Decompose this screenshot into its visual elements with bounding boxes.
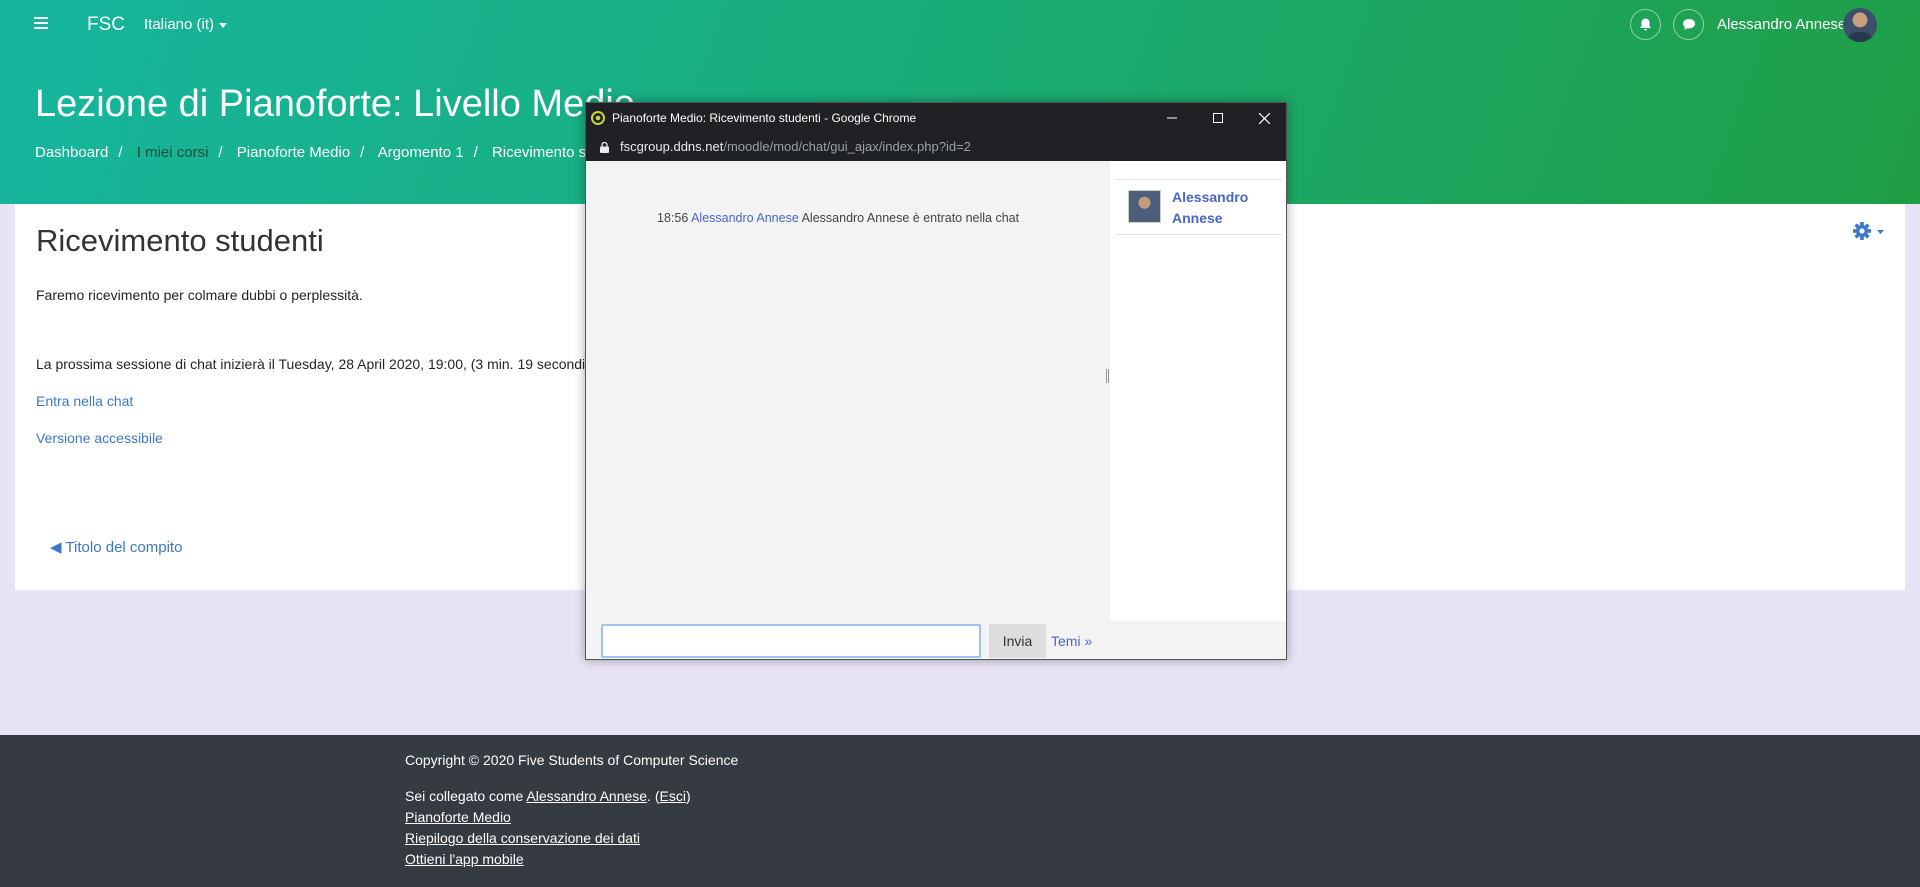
language-menu[interactable]: Italiano (it) — [144, 16, 228, 33]
user-list-name[interactable]: Alessandro Annese — [1172, 187, 1272, 229]
footer-mobile-app-link[interactable]: Ottieni l'app mobile — [405, 851, 524, 867]
activity-description: Faremo ricevimento per colmare dubbi o p… — [36, 287, 363, 303]
activity-heading: Ricevimento studenti — [36, 223, 324, 258]
chat-popup-window: Pianoforte Medio: Ricevimento studenti -… — [585, 102, 1287, 660]
user-list-item[interactable]: Alessandro Annese — [1116, 179, 1282, 235]
avatar[interactable] — [1843, 8, 1877, 42]
user-last-name: Annese — [1172, 210, 1223, 226]
logout-open: . ( — [647, 788, 660, 804]
chat-message: 18:56 Alessandro Annese Alessandro Annes… — [657, 211, 1019, 225]
enter-chat-link[interactable]: Entra nella chat — [36, 393, 133, 409]
footer-data-retention-link[interactable]: Riepilogo della conservazione dei dati — [405, 830, 640, 846]
breadcrumb-dashboard[interactable]: Dashboard — [35, 144, 108, 161]
window-titlebar[interactable]: Pianoforte Medio: Ricevimento studenti -… — [586, 103, 1286, 133]
footer-copyright: Copyright © 2020 Five Students of Comput… — [405, 752, 739, 768]
message-user-link[interactable]: Alessandro Annese — [691, 211, 799, 225]
avatar[interactable] — [1128, 190, 1161, 223]
chrome-icon — [591, 111, 605, 128]
message-text: Alessandro Annese è entrato nella chat — [801, 211, 1020, 225]
lock-icon — [600, 141, 609, 156]
previous-activity-link[interactable]: ◀ Titolo del compito — [50, 538, 182, 556]
next-session-info: La prossima sessione di chat inizierà il… — [36, 356, 634, 372]
user-menu-name[interactable]: Alessandro Annese — [1717, 16, 1846, 33]
language-label: Italiano (it) — [144, 16, 215, 33]
login-prefix: Sei collegato come — [405, 788, 527, 804]
bell-icon[interactable] — [1630, 9, 1661, 40]
minimize-icon[interactable] — [1149, 103, 1195, 133]
chat-input-area: Invia Temi » — [586, 621, 1286, 659]
user-first-name: Alessandro — [1172, 189, 1249, 205]
chat-messages-pane: 18:56 Alessandro Annese Alessandro Annes… — [586, 161, 1106, 621]
url-path: /moodle/mod/chat/gui_ajax/index.php?id=2 — [723, 139, 971, 154]
accessible-version-link[interactable]: Versione accessibile — [36, 430, 163, 446]
footer-user-link[interactable]: Alessandro Annese — [526, 788, 647, 804]
close-icon[interactable] — [1241, 103, 1287, 133]
chat-users-pane: Alessandro Annese — [1110, 161, 1286, 621]
breadcrumb-topic[interactable]: Argomento 1 — [378, 144, 464, 161]
page-title: Lezione di Pianoforte: Livello Medio — [35, 83, 635, 125]
url-host: fscgroup.ddns.net — [620, 139, 724, 154]
breadcrumb-my-courses[interactable]: I miei corsi — [137, 144, 209, 161]
message-time: 18:56 — [657, 211, 689, 225]
splitter-handle[interactable] — [1106, 369, 1109, 383]
chevron-down-icon — [219, 22, 228, 28]
url-text: fscgroup.ddns.net/moodle/mod/chat/gui_aj… — [620, 139, 971, 154]
footer-course-link[interactable]: Pianoforte Medio — [405, 809, 511, 825]
breadcrumb-course[interactable]: Pianoforte Medio — [237, 144, 350, 161]
send-button[interactable]: Invia — [989, 624, 1046, 658]
window-title: Pianoforte Medio: Ricevimento studenti -… — [612, 111, 917, 125]
address-bar[interactable]: fscgroup.ddns.net/moodle/mod/chat/gui_aj… — [586, 133, 1286, 161]
site-brand[interactable]: FSC — [87, 14, 125, 36]
page-footer: Copyright © 2020 Five Students of Comput… — [0, 735, 1920, 887]
maximize-icon[interactable] — [1195, 103, 1241, 133]
chat-bubble-icon[interactable] — [1673, 9, 1704, 40]
menu-icon[interactable] — [34, 17, 48, 29]
gear-icon[interactable] — [1852, 221, 1886, 245]
logout-link[interactable]: Esci — [660, 788, 686, 804]
logout-close: ) — [685, 788, 691, 804]
message-input[interactable] — [601, 624, 981, 658]
breadcrumb: Dashboard / I miei corsi / Pianoforte Medi… — [35, 144, 632, 161]
navbar: FSC Italiano (it) Alessandro Annese — [0, 0, 1920, 50]
footer-login-info: Sei collegato come Alessandro Annese. (E… — [405, 788, 691, 804]
themes-link[interactable]: Temi » — [1051, 633, 1092, 649]
